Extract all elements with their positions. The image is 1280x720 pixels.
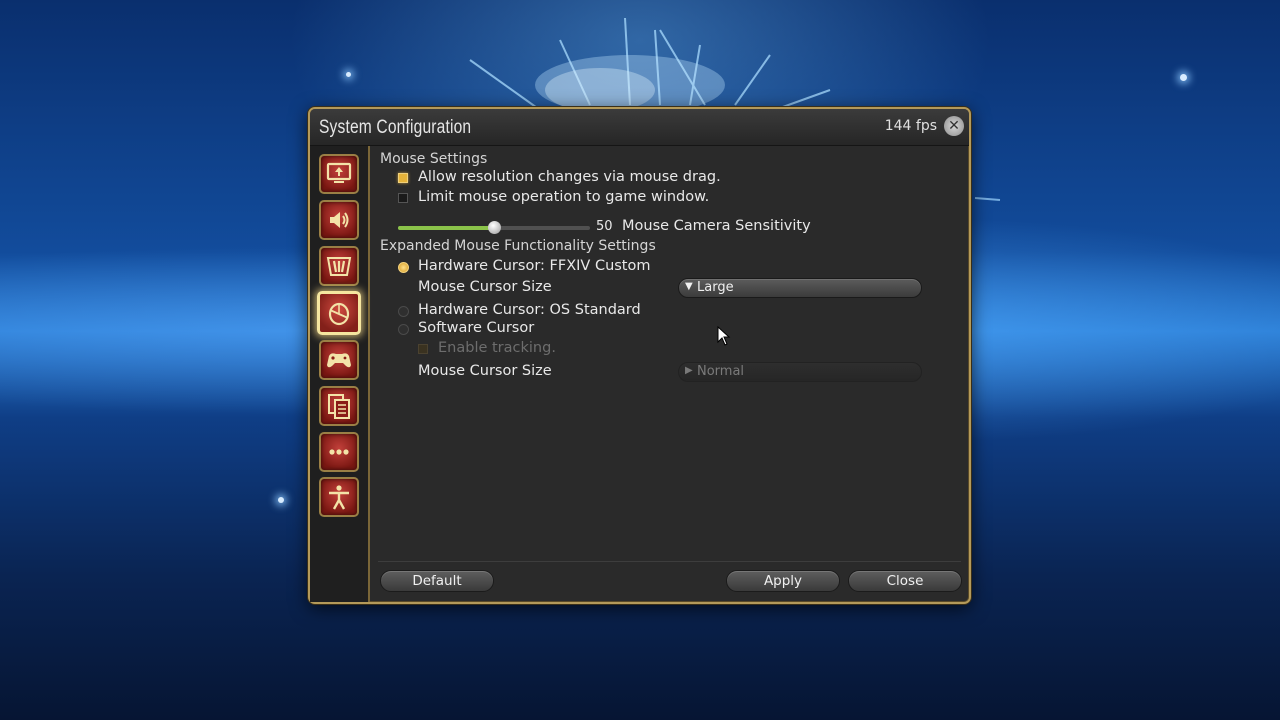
sensitivity-value: 50 (596, 219, 613, 234)
tracking-row: Enable tracking. (398, 340, 698, 358)
mouse-settings-header: Mouse Settings (380, 151, 488, 167)
default-button[interactable]: Default (380, 570, 494, 592)
limit-mouse-checkbox[interactable] (398, 193, 408, 203)
system-configuration-window: System Configuration 144 fps ✕ Mouse Set… (308, 107, 971, 604)
software-cursor-row[interactable]: Software Cursor (378, 320, 678, 338)
mouse-pointer-icon (717, 326, 731, 346)
person-icon[interactable] (319, 477, 359, 517)
hw-custom-radio[interactable] (398, 262, 409, 273)
software-cursor-radio[interactable] (398, 324, 409, 335)
fps-counter: 144 fps (884, 118, 937, 134)
limit-mouse-label: Limit mouse operation to game window. (418, 189, 710, 205)
mouse-icon[interactable] (317, 291, 361, 335)
apply-button[interactable]: Apply (726, 570, 840, 592)
speaker-icon[interactable] (319, 200, 359, 240)
category-sidebar (310, 146, 370, 602)
cursor-size-value-2: Normal (697, 364, 745, 379)
hw-os-radio[interactable] (398, 306, 409, 317)
star-decoration (278, 497, 284, 503)
gamepad-icon[interactable] (319, 340, 359, 380)
sensitivity-slider[interactable] (398, 221, 590, 234)
monitor-icon[interactable] (319, 154, 359, 194)
chevron-down-icon: ▼ (685, 281, 693, 292)
allow-resolution-checkbox[interactable] (398, 173, 408, 183)
allow-resolution-row[interactable]: Allow resolution changes via mouse drag. (378, 169, 878, 187)
tracking-label: Enable tracking. (438, 340, 556, 356)
hw-custom-row[interactable]: Hardware Cursor: FFXIV Custom (378, 258, 678, 276)
title-bar[interactable]: System Configuration 144 fps ✕ (310, 109, 969, 146)
software-cursor-label: Software Cursor (418, 320, 535, 336)
cursor-size-dropdown-2: ▶ Normal (678, 362, 922, 382)
ellipsis-icon[interactable] (319, 432, 359, 472)
hw-os-label: Hardware Cursor: OS Standard (418, 302, 641, 318)
tracking-checkbox (418, 344, 428, 354)
hw-custom-label: Hardware Cursor: FFXIV Custom (418, 258, 651, 274)
settings-content: Mouse Settings Allow resolution changes … (378, 146, 961, 562)
hw-os-row[interactable]: Hardware Cursor: OS Standard (378, 302, 678, 320)
star-decoration (346, 72, 351, 77)
close-button[interactable]: Close (848, 570, 962, 592)
sensitivity-slider-handle[interactable] (488, 221, 501, 234)
cursor-size-label: Mouse Cursor Size (418, 279, 552, 295)
cursor-size-value: Large (697, 280, 734, 295)
cursor-size-label-2: Mouse Cursor Size (418, 363, 552, 379)
close-icon[interactable]: ✕ (944, 116, 964, 136)
footer-bar: Default Apply Close (378, 561, 962, 602)
sensitivity-slider-fill (398, 226, 494, 230)
sensitivity-label: Mouse Camera Sensitivity (622, 218, 811, 234)
gauge-icon[interactable] (319, 246, 359, 286)
window-title: System Configuration (319, 117, 472, 138)
document-icon[interactable] (319, 386, 359, 426)
expanded-settings-header: Expanded Mouse Functionality Settings (380, 238, 656, 254)
chevron-right-icon: ▶ (685, 365, 693, 376)
star-decoration (1180, 74, 1187, 81)
cursor-size-dropdown[interactable]: ▼ Large (678, 278, 922, 298)
allow-resolution-label: Allow resolution changes via mouse drag. (418, 169, 721, 185)
limit-mouse-row[interactable]: Limit mouse operation to game window. (378, 189, 878, 207)
